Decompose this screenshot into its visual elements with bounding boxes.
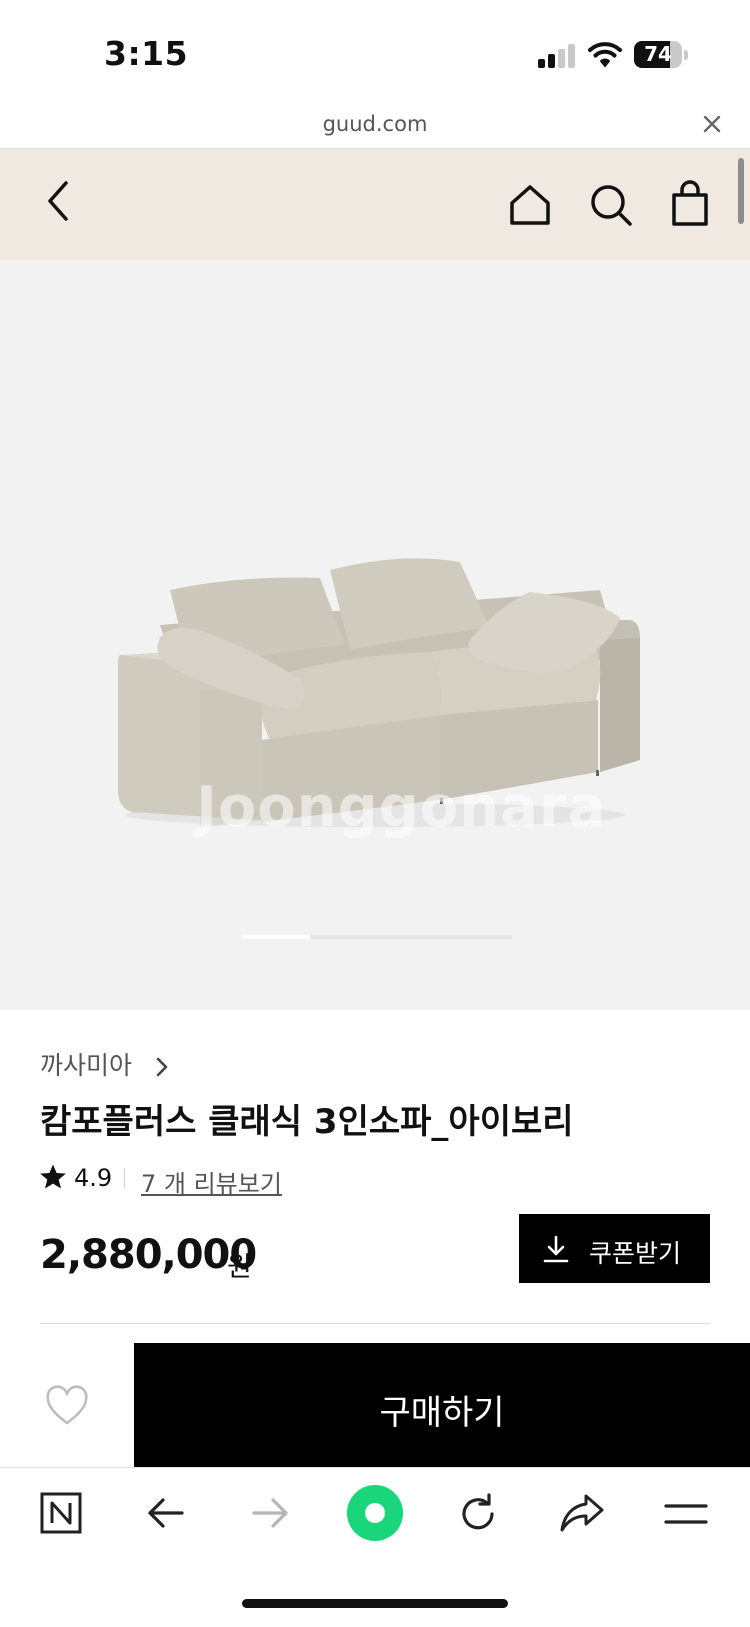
url-text: guud.com xyxy=(322,112,428,136)
arrow-left-icon[interactable] xyxy=(146,1496,186,1530)
divider xyxy=(40,1323,710,1324)
battery-icon: 74 xyxy=(634,41,682,68)
price-value: 2,880,000 xyxy=(40,1232,257,1278)
rating-value: 4.9 xyxy=(74,1164,113,1192)
heart-outline-icon[interactable] xyxy=(44,1385,90,1427)
status-bar: 3:15 74 xyxy=(0,0,750,100)
chevron-right-icon[interactable] xyxy=(154,1056,170,1078)
coupon-button[interactable]: 쿠폰받기 xyxy=(519,1214,710,1283)
menu-icon[interactable] xyxy=(664,1500,708,1528)
rating-separator xyxy=(124,1168,125,1188)
arrow-right-icon[interactable] xyxy=(250,1496,290,1530)
refresh-icon[interactable] xyxy=(456,1492,500,1536)
review-link[interactable]: 7 개 리뷰보기 xyxy=(141,1164,282,1199)
url-bar[interactable]: guud.com xyxy=(0,100,750,149)
search-icon[interactable] xyxy=(588,182,634,228)
download-icon xyxy=(543,1235,569,1263)
buy-button[interactable]: 구매하기 xyxy=(134,1343,750,1467)
home-indicator xyxy=(242,1599,508,1608)
shopping-bag-icon[interactable] xyxy=(670,179,710,227)
sofa-illustration xyxy=(118,558,640,828)
product-image[interactable]: Joonggonara xyxy=(0,260,750,1010)
scrollbar[interactable] xyxy=(738,158,744,224)
carousel-indicator xyxy=(242,935,512,939)
product-title: 캄포플러스 클래식 3인소파_아이보리 xyxy=(40,1102,574,1142)
close-icon[interactable] xyxy=(700,112,724,136)
price-currency: 원 xyxy=(227,1252,252,1283)
home-icon[interactable] xyxy=(508,183,552,227)
battery-cap xyxy=(684,50,688,60)
wifi-icon xyxy=(588,42,622,67)
coupon-label: 쿠폰받기 xyxy=(589,1240,682,1268)
battery-level: 74 xyxy=(644,42,672,66)
naver-n-icon[interactable] xyxy=(40,1492,82,1534)
signal-icon xyxy=(538,44,576,68)
status-time: 3:15 xyxy=(104,34,189,73)
carousel-indicator-active xyxy=(242,935,310,939)
star-icon xyxy=(40,1164,66,1189)
chevron-left-icon[interactable] xyxy=(44,179,72,223)
site-header xyxy=(0,149,750,260)
share-icon[interactable] xyxy=(558,1492,606,1534)
green-dot-icon[interactable] xyxy=(346,1484,404,1542)
brand-name[interactable]: 까사미아 xyxy=(40,1046,132,1082)
buy-label: 구매하기 xyxy=(379,1394,505,1432)
watermark: Joonggonara xyxy=(196,775,607,840)
